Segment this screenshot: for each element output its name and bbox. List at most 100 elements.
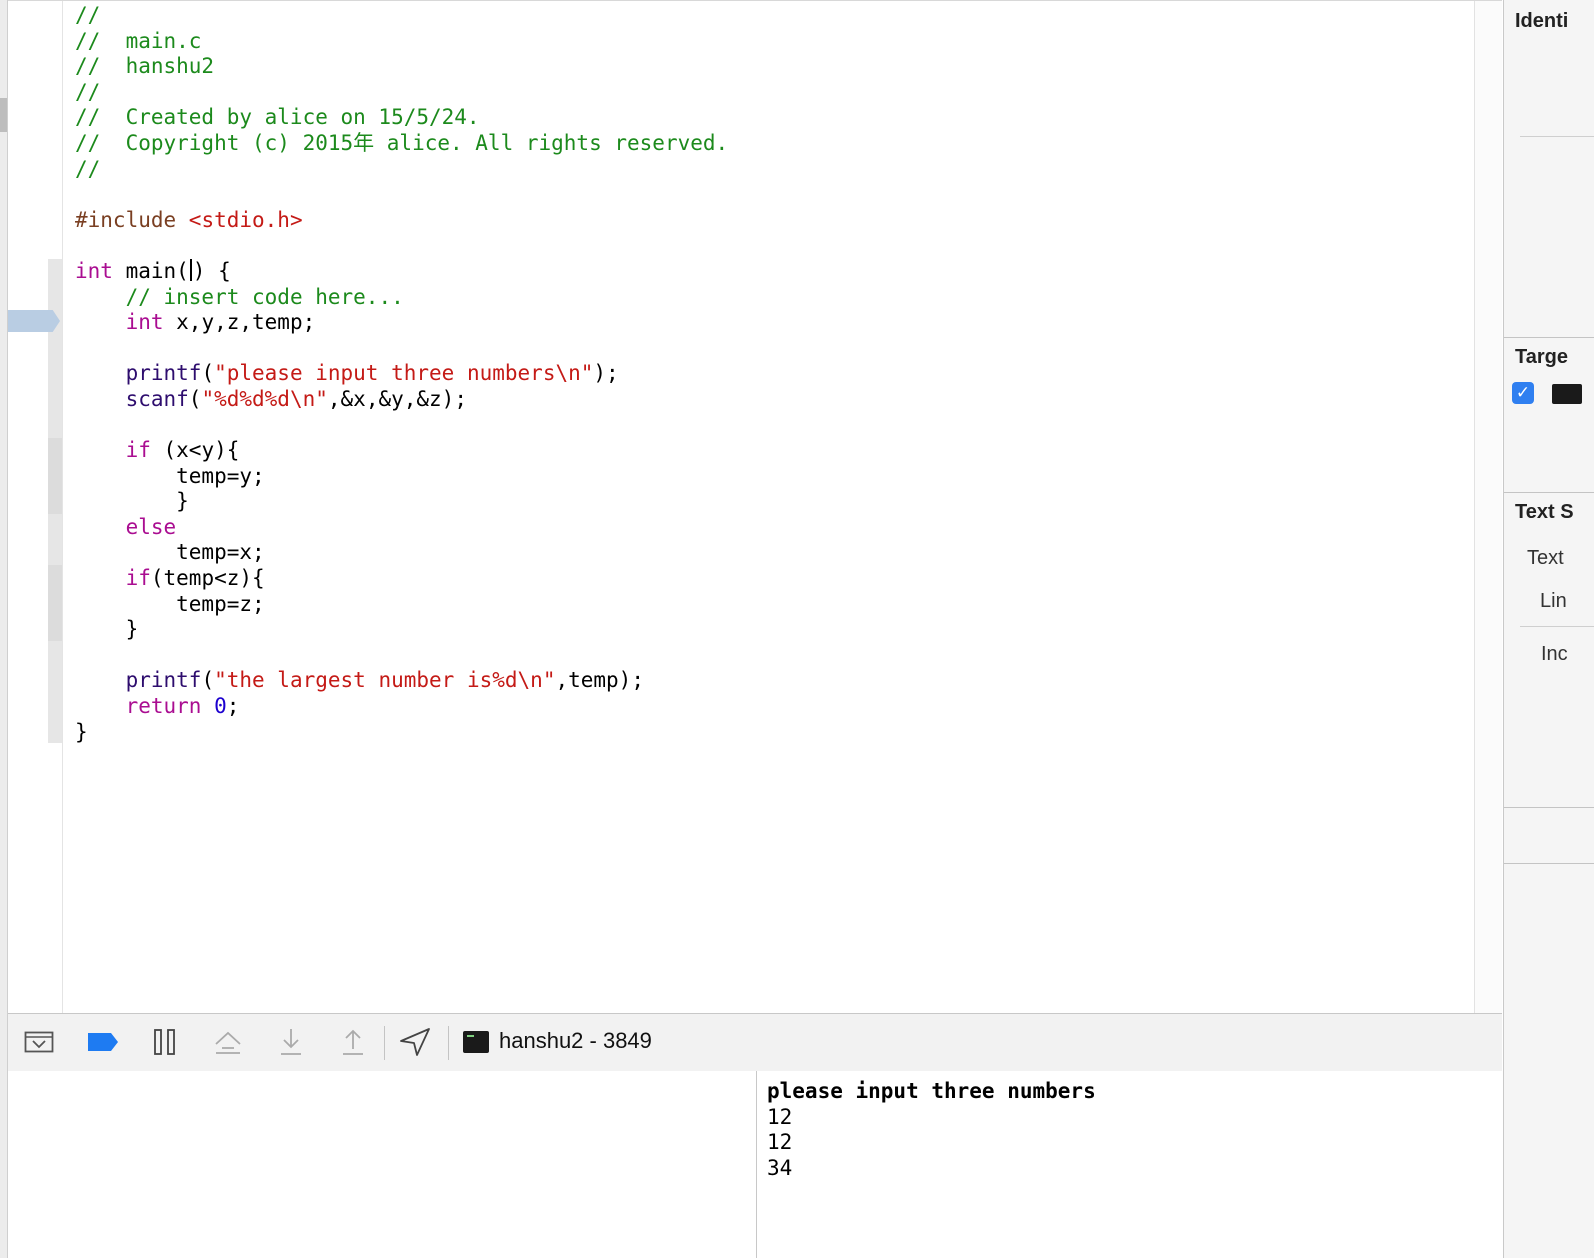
code-token: main(	[112, 258, 189, 283]
code-token: #include	[75, 207, 189, 232]
editor-gutter[interactable]	[8, 1, 63, 1013]
terminal-target-icon	[1552, 384, 1582, 404]
code-token: ,&x,&y,&z);	[327, 386, 467, 411]
left-edge-panel	[0, 0, 8, 1258]
indent-using-label: Inc	[1541, 643, 1568, 665]
left-panel-tab[interactable]	[0, 98, 7, 132]
target-membership-checkbox[interactable]: ✓	[1512, 382, 1534, 404]
fold-ribbon-if[interactable]	[48, 438, 62, 514]
code-token: // hanshu2	[75, 54, 215, 79]
step-out-button[interactable]	[338, 1026, 368, 1058]
fold-ribbon-if2[interactable]	[48, 565, 62, 641]
code-token: // Copyright (c) 2015年 alice. All rights…	[75, 130, 729, 155]
code-line[interactable]: printf("the largest number is%d\n",temp)…	[75, 668, 728, 694]
code-line[interactable]: }	[75, 617, 728, 643]
code-token: if	[125, 566, 151, 591]
code-line[interactable]: printf("please input three numbers\n");	[75, 361, 728, 387]
code-line[interactable]: // main.c	[75, 29, 728, 55]
code-line[interactable]: // Copyright (c) 2015年 alice. All rights…	[75, 131, 728, 157]
code-line[interactable]: // insert code here...	[75, 285, 728, 311]
code-line[interactable]: else	[75, 515, 728, 541]
code-token: temp=z;	[75, 591, 265, 616]
chevron-down-box-icon	[24, 1031, 54, 1053]
console-line: 34	[767, 1155, 793, 1180]
code-text[interactable]: //// main.c// hanshu2//// Created by ali…	[75, 3, 728, 745]
code-token: ;	[226, 694, 240, 719]
console-output[interactable]: please input three numbers 12 12 34	[757, 1071, 1502, 1258]
code-line[interactable]: //	[75, 157, 728, 183]
code-line[interactable]: int main() {	[75, 258, 728, 285]
code-line[interactable]	[75, 182, 728, 208]
simulate-location-button[interactable]	[398, 1026, 432, 1058]
location-arrow-icon	[400, 1028, 430, 1056]
code-token: printf	[125, 361, 202, 386]
code-token: (	[201, 668, 215, 693]
toolbar-separator	[448, 1026, 449, 1060]
text-settings-header: Text S	[1515, 501, 1574, 523]
code-token: int	[125, 310, 164, 335]
code-line[interactable]: // Created by alice on 15/5/24.	[75, 105, 728, 131]
console-line: 12	[767, 1130, 793, 1154]
code-token: // Created by alice on 15/5/24.	[75, 105, 480, 130]
code-line[interactable]	[75, 413, 728, 439]
breakpoint-marker[interactable]	[8, 310, 60, 332]
code-token: "%d%d%d\n"	[201, 386, 328, 411]
code-line[interactable]: if(temp<z){	[75, 566, 728, 592]
process-selector[interactable]: hanshu2 - 3849	[499, 1028, 652, 1054]
code-line[interactable]: }	[75, 720, 728, 746]
code-token: }	[75, 489, 189, 514]
code-line[interactable]: //	[75, 3, 728, 29]
code-token: "please input three numbers\n"	[214, 361, 594, 386]
code-token: printf	[125, 668, 202, 693]
divider	[1504, 863, 1594, 864]
code-token: );	[593, 361, 619, 386]
code-line[interactable]: if (x<y){	[75, 438, 728, 464]
code-line[interactable]	[75, 336, 728, 362]
line-endings-label: Lin	[1540, 590, 1567, 612]
code-line[interactable]	[75, 233, 728, 259]
step-over-button[interactable]	[212, 1026, 244, 1058]
code-token: // main.c	[75, 28, 202, 53]
step-out-icon	[343, 1029, 363, 1055]
code-token: // insert code here...	[125, 284, 404, 309]
step-over-icon	[215, 1031, 241, 1054]
step-into-icon	[281, 1029, 301, 1055]
code-line[interactable]: //	[75, 80, 728, 106]
variables-view[interactable]	[8, 1071, 757, 1258]
code-token: (temp<z){	[150, 566, 265, 591]
step-into-button[interactable]	[276, 1026, 306, 1058]
console-text[interactable]: please input three numbers 12 12 34	[767, 1079, 1096, 1181]
code-line[interactable]: return 0;	[75, 694, 728, 720]
editor-scroll-track[interactable]	[1474, 1, 1502, 1013]
code-line[interactable]: scanf("%d%d%d\n",&x,&y,&z);	[75, 387, 728, 413]
console-line: 12	[767, 1104, 793, 1129]
code-line[interactable]: temp=z;	[75, 592, 728, 618]
code-token: temp=y;	[75, 463, 265, 488]
code-line[interactable]	[75, 643, 728, 669]
code-token: 0	[214, 694, 227, 719]
source-editor[interactable]: //// main.c// hanshu2//// Created by ali…	[8, 0, 1502, 1013]
code-line[interactable]: }	[75, 489, 728, 515]
code-line[interactable]: // hanshu2	[75, 54, 728, 80]
code-token: int	[75, 258, 113, 283]
pause-button[interactable]	[150, 1026, 180, 1058]
text-cursor	[189, 258, 192, 281]
code-line[interactable]: int x,y,z,temp;	[75, 310, 728, 336]
code-line[interactable]: temp=x;	[75, 540, 728, 566]
hide-debug-area-button[interactable]	[23, 1026, 55, 1058]
code-line[interactable]: temp=y;	[75, 464, 728, 490]
gutter-ruler	[62, 1, 63, 1013]
debug-bar: hanshu2 - 3849	[8, 1013, 1502, 1072]
divider	[1504, 807, 1594, 808]
text-encoding-label: Text	[1527, 547, 1564, 569]
breakpoints-toggle-button[interactable]	[86, 1026, 120, 1058]
code-line[interactable]: #include <stdio.h>	[75, 208, 728, 234]
